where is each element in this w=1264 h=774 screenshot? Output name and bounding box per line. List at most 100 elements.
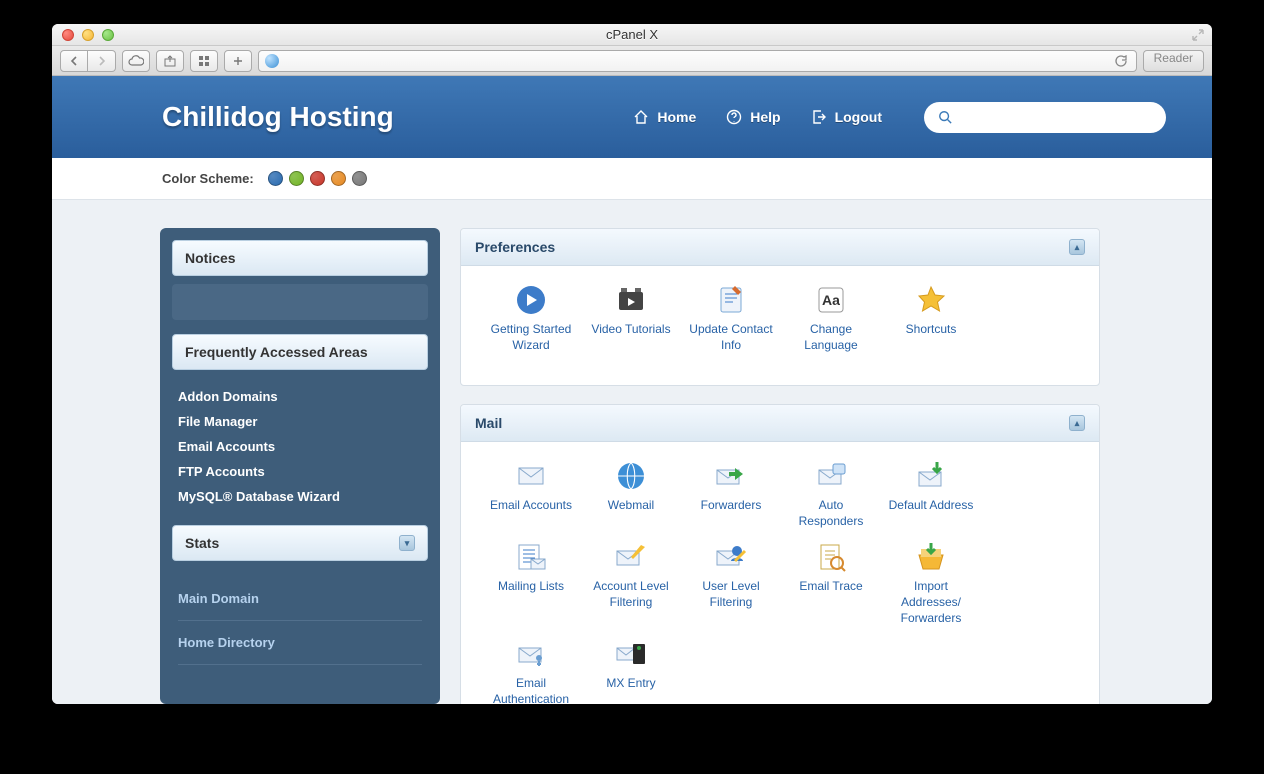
freq-header[interactable]: Frequently Accessed Areas	[172, 334, 428, 370]
mail-item-7[interactable]: User Level Filtering	[681, 541, 781, 626]
mail-label-3: Auto Responders	[786, 498, 876, 529]
mail-item-9[interactable]: Import Addresses/ Forwarders	[881, 541, 981, 626]
notices-header[interactable]: Notices	[172, 240, 428, 276]
mail-item-11[interactable]: MX Entry	[581, 638, 681, 704]
reader-button[interactable]: Reader	[1143, 50, 1204, 72]
collapse-icon[interactable]: ▴	[1069, 415, 1085, 431]
collapse-icon[interactable]: ▾	[399, 535, 415, 551]
color-swatch-1[interactable]	[289, 171, 304, 186]
pref-item-4[interactable]: Shortcuts	[881, 284, 981, 353]
pref-icon-0	[515, 284, 547, 316]
mail-icon-7	[715, 541, 747, 573]
mail-label-5: Mailing Lists	[498, 579, 564, 595]
mail-item-6[interactable]: Account Level Filtering	[581, 541, 681, 626]
mail-item-0[interactable]: Email Accounts	[481, 460, 581, 529]
freq-item-1[interactable]: File Manager	[178, 409, 422, 434]
mail-icon-3	[815, 460, 847, 492]
fullscreen-icon[interactable]	[1192, 29, 1204, 41]
stat-row-0[interactable]: Main Domain	[178, 577, 422, 621]
notices-body	[172, 284, 428, 320]
nav-help-label: Help	[750, 109, 780, 125]
stats-header[interactable]: Stats ▾	[172, 525, 428, 561]
preferences-title: Preferences	[475, 239, 555, 255]
globe-icon	[265, 54, 279, 68]
mail-icon-2	[715, 460, 747, 492]
nav-logout[interactable]: Logout	[811, 109, 882, 125]
icloud-button[interactable]	[122, 50, 150, 72]
nav-logout-label: Logout	[835, 109, 882, 125]
mail-icon-1	[615, 460, 647, 492]
cpanel-header: Chillidog Hosting Home Help Logout	[52, 76, 1212, 158]
pref-label-4: Shortcuts	[906, 322, 957, 338]
page-content: Chillidog Hosting Home Help Logout	[52, 76, 1212, 704]
logout-icon	[811, 109, 827, 125]
pref-icon-3: Aa	[815, 284, 847, 316]
freq-item-4[interactable]: MySQL® Database Wizard	[178, 484, 422, 509]
mail-label-0: Email Accounts	[490, 498, 572, 514]
mail-icon-4	[915, 460, 947, 492]
mail-icon-10	[515, 638, 547, 670]
color-swatch-0[interactable]	[268, 171, 283, 186]
color-swatch-4[interactable]	[352, 171, 367, 186]
top-sites-button[interactable]	[190, 50, 218, 72]
pref-item-2[interactable]: Update Contact Info	[681, 284, 781, 353]
mail-header[interactable]: Mail ▴	[461, 405, 1099, 442]
pref-icon-4	[915, 284, 947, 316]
mail-item-5[interactable]: Mailing Lists	[481, 541, 581, 626]
mail-item-3[interactable]: Auto Responders	[781, 460, 881, 529]
mail-icon-0	[515, 460, 547, 492]
new-tab-button[interactable]	[224, 50, 252, 72]
mail-title: Mail	[475, 415, 502, 431]
share-button[interactable]	[156, 50, 184, 72]
address-bar[interactable]	[258, 50, 1137, 72]
mail-item-2[interactable]: Forwarders	[681, 460, 781, 529]
pref-icon-1	[615, 284, 647, 316]
mail-label-1: Webmail	[608, 498, 654, 514]
mail-icon-9	[915, 541, 947, 573]
mail-label-7: User Level Filtering	[686, 579, 776, 610]
help-icon	[726, 109, 742, 125]
color-swatch-3[interactable]	[331, 171, 346, 186]
window-title: cPanel X	[52, 27, 1212, 42]
nav-help[interactable]: Help	[726, 109, 780, 125]
search-input[interactable]	[960, 110, 1152, 125]
mail-item-10[interactable]: Email Authentication	[481, 638, 581, 704]
pref-item-3[interactable]: AaChange Language	[781, 284, 881, 353]
mail-label-10: Email Authentication	[486, 676, 576, 704]
mail-item-4[interactable]: Default Address	[881, 460, 981, 529]
nav-home[interactable]: Home	[633, 109, 696, 125]
freq-item-3[interactable]: FTP Accounts	[178, 459, 422, 484]
freq-item-0[interactable]: Addon Domains	[178, 384, 422, 409]
preferences-header[interactable]: Preferences ▴	[461, 229, 1099, 266]
pref-label-2: Update Contact Info	[686, 322, 776, 353]
preferences-panel: Preferences ▴ Getting Started WizardVide…	[460, 228, 1100, 386]
color-swatches	[268, 171, 367, 186]
pref-item-1[interactable]: Video Tutorials	[581, 284, 681, 353]
browser-window: cPanel X Reader	[52, 24, 1212, 704]
window-titlebar: cPanel X	[52, 24, 1212, 46]
mail-item-8[interactable]: Email Trace	[781, 541, 881, 626]
mail-icon-5	[515, 541, 547, 573]
reload-icon[interactable]	[1112, 52, 1130, 70]
mail-item-1[interactable]: Webmail	[581, 460, 681, 529]
color-scheme-bar: Color Scheme:	[52, 158, 1212, 200]
search-icon	[938, 110, 952, 124]
stat-row-1[interactable]: Home Directory	[178, 621, 422, 665]
pref-label-0: Getting Started Wizard	[486, 322, 576, 353]
pref-item-0[interactable]: Getting Started Wizard	[481, 284, 581, 353]
color-swatch-2[interactable]	[310, 171, 325, 186]
search-box[interactable]	[924, 102, 1166, 133]
collapse-icon[interactable]: ▴	[1069, 239, 1085, 255]
notices-label: Notices	[185, 250, 236, 266]
mail-label-11: MX Entry	[606, 676, 655, 692]
freq-item-2[interactable]: Email Accounts	[178, 434, 422, 459]
forward-button[interactable]	[88, 50, 116, 72]
mail-body: Email Accounts Webmail Forwarders Auto Resp…	[461, 442, 1099, 704]
mail-label-2: Forwarders	[701, 498, 762, 514]
pref-icon-2	[715, 284, 747, 316]
stats-body: Main DomainHome Directory	[172, 561, 428, 673]
nav-home-label: Home	[657, 109, 696, 125]
svg-text:Aa: Aa	[822, 292, 840, 308]
mail-label-6: Account Level Filtering	[586, 579, 676, 610]
back-button[interactable]	[60, 50, 88, 72]
